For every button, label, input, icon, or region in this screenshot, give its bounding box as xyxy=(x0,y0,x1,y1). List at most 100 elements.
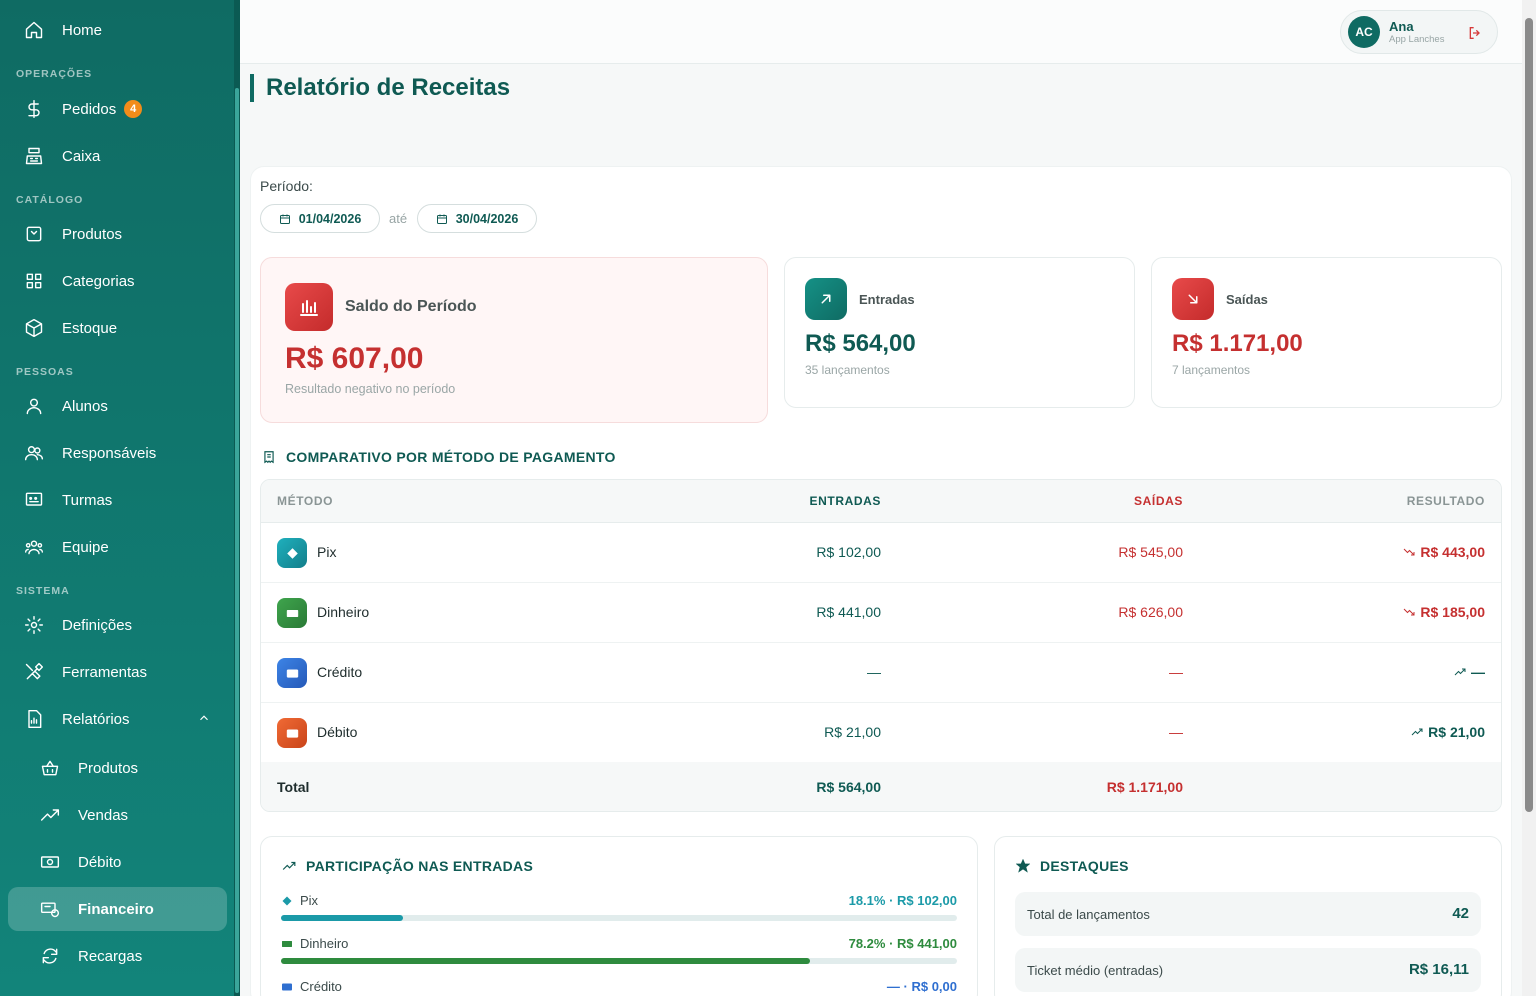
sidebar-item-label: Recargas xyxy=(78,947,143,965)
logout-icon[interactable] xyxy=(1467,25,1483,41)
comparativo-title: COMPARATIVO POR MÉTODO DE PAGAMENTO xyxy=(262,449,616,465)
avatar: AC xyxy=(1348,16,1380,48)
table-row: Pix R$ 102,00 R$ 545,00 R$ 443,00 xyxy=(261,523,1501,583)
date-from-picker[interactable]: 01/04/2026 xyxy=(260,204,380,233)
sidebar-item-equipe[interactable]: Equipe xyxy=(8,525,227,569)
grid-icon xyxy=(24,271,44,291)
trending-up-icon xyxy=(40,805,60,825)
entradas-title: Entradas xyxy=(859,292,915,307)
sidebar-section-sistema: SISTEMA xyxy=(16,585,70,597)
sidebar-subitem-vendas[interactable]: Vendas xyxy=(8,793,227,837)
trending-down-icon xyxy=(1404,608,1415,616)
user-menu[interactable]: AC Ana App Lanches xyxy=(1340,10,1498,54)
sidebar-scrollbar[interactable] xyxy=(234,0,240,996)
user-meta: Ana App Lanches xyxy=(1389,19,1444,45)
col-metodo: MÉTODO xyxy=(277,494,334,508)
total-label: Total xyxy=(277,779,310,795)
tools-icon xyxy=(24,662,44,682)
sidebar-item-label: Turmas xyxy=(62,491,113,509)
refresh-icon xyxy=(40,946,60,966)
sidebar-scrollbar-thumb[interactable] xyxy=(235,88,239,993)
saldo-value: R$ 607,00 xyxy=(285,342,424,375)
cell-saidas: — xyxy=(1169,664,1183,680)
cell-resultado: — xyxy=(1454,664,1485,680)
sidebar-section-operacoes: OPERAÇÕES xyxy=(16,68,93,80)
saidas-value: R$ 1.171,00 xyxy=(1172,330,1303,357)
dollar-icon xyxy=(24,99,44,119)
sidebar-subitem-recargas[interactable]: Recargas xyxy=(8,934,227,978)
entradas-note: 35 lançamentos xyxy=(805,363,890,377)
cash-icon xyxy=(277,598,307,628)
pedidos-count-badge: 4 xyxy=(124,100,143,118)
sidebar-item-label: Estoque xyxy=(62,319,118,337)
debit-card-icon xyxy=(277,718,307,748)
sidebar-item-label: Ferramentas xyxy=(62,663,148,681)
cash-icon xyxy=(282,940,292,947)
share-label: Pix xyxy=(281,893,318,908)
cell-saidas: R$ 626,00 xyxy=(1118,604,1183,620)
sidebar-item-label: Caixa xyxy=(62,147,101,165)
entradas-card: Entradas R$ 564,00 35 lançamentos xyxy=(784,257,1135,408)
entradas-value: R$ 564,00 xyxy=(805,330,916,357)
calendar-icon xyxy=(279,214,290,224)
sidebar-item-alunos[interactable]: Alunos xyxy=(8,384,227,428)
sidebar-item-label: Responsáveis xyxy=(62,444,157,462)
sidebar-item-label: Produtos xyxy=(62,225,123,243)
period-label: Período: xyxy=(260,178,313,194)
date-to-value: 30/04/2026 xyxy=(455,211,519,226)
method-name: Débito xyxy=(317,724,358,740)
sidebar-subitem-debito[interactable]: Débito xyxy=(8,840,227,884)
highlight-row: Ticket médio (entradas) R$ 16,11 xyxy=(1015,948,1481,992)
sidebar-item-label: Home xyxy=(62,21,103,39)
cell-resultado-value: R$ 443,00 xyxy=(1420,544,1485,560)
sidebar-item-definicoes[interactable]: Definições xyxy=(8,603,227,647)
method-name: Crédito xyxy=(317,664,363,680)
highlight-value: 42 xyxy=(1452,905,1469,922)
bar-chart-icon xyxy=(285,283,333,331)
date-to-picker[interactable]: 30/04/2026 xyxy=(417,204,537,233)
sidebar-item-produtos[interactable]: Produtos xyxy=(8,212,227,256)
report-icon xyxy=(24,709,44,729)
cell-entradas: R$ 441,00 xyxy=(816,604,881,620)
saldo-title: Saldo do Período xyxy=(345,298,477,315)
sidebar-subitem-financeiro[interactable]: Financeiro xyxy=(8,887,227,931)
classroom-icon xyxy=(24,490,44,510)
gear-icon xyxy=(24,615,44,635)
share-fill xyxy=(281,958,810,964)
trending-up-icon xyxy=(1454,668,1466,676)
highlight-value: R$ 16,11 xyxy=(1408,961,1469,978)
product-box-icon xyxy=(24,224,44,244)
sidebar-item-pedidos[interactable]: Pedidos 4 xyxy=(8,87,227,131)
page-scrollbar[interactable] xyxy=(1522,0,1536,996)
share-fill xyxy=(281,915,404,921)
sidebar-subitem-produtos[interactable]: Produtos xyxy=(8,746,227,790)
share-value: 18.1% · R$ 102,00 xyxy=(848,893,957,908)
sidebar-item-turmas[interactable]: Turmas xyxy=(8,478,227,522)
sidebar-item-categorias[interactable]: Categorias xyxy=(8,259,227,303)
period-separator: até xyxy=(389,211,408,226)
finance-icon xyxy=(40,899,60,919)
share-method: Crédito xyxy=(300,979,342,994)
sidebar-item-label: Definições xyxy=(62,616,133,634)
chevron-up-icon[interactable] xyxy=(197,711,211,725)
arrow-down-right-icon xyxy=(1172,278,1214,320)
sidebar-item-home[interactable]: Home xyxy=(8,8,227,52)
sidebar-item-label: Alunos xyxy=(62,397,108,415)
sidebar-item-label: Financeiro xyxy=(78,900,154,918)
comparativo-title-label: COMPARATIVO POR MÉTODO DE PAGAMENTO xyxy=(286,449,616,465)
sidebar-item-ferramentas[interactable]: Ferramentas xyxy=(8,650,227,694)
col-entradas: ENTRADAS xyxy=(809,494,881,508)
table-total-row: Total R$ 564,00 R$ 1.171,00 xyxy=(261,762,1501,811)
sidebar-item-label: Categorias xyxy=(62,272,135,290)
sidebar-item-responsaveis[interactable]: Responsáveis xyxy=(8,431,227,475)
cell-entradas: R$ 102,00 xyxy=(816,544,881,560)
cell-resultado: R$ 443,00 xyxy=(1403,544,1485,560)
sidebar-item-estoque[interactable]: Estoque xyxy=(8,306,227,350)
share-track xyxy=(281,958,957,964)
page-scrollbar-thumb[interactable] xyxy=(1525,18,1533,812)
table-row: Débito R$ 21,00 — R$ 21,00 xyxy=(261,703,1501,763)
sidebar-item-caixa[interactable]: Caixa xyxy=(8,134,227,178)
sidebar-item-relatorios[interactable]: Relatórios xyxy=(8,697,227,741)
pix-icon xyxy=(277,538,307,568)
cell-saidas: R$ 545,00 xyxy=(1118,544,1183,560)
